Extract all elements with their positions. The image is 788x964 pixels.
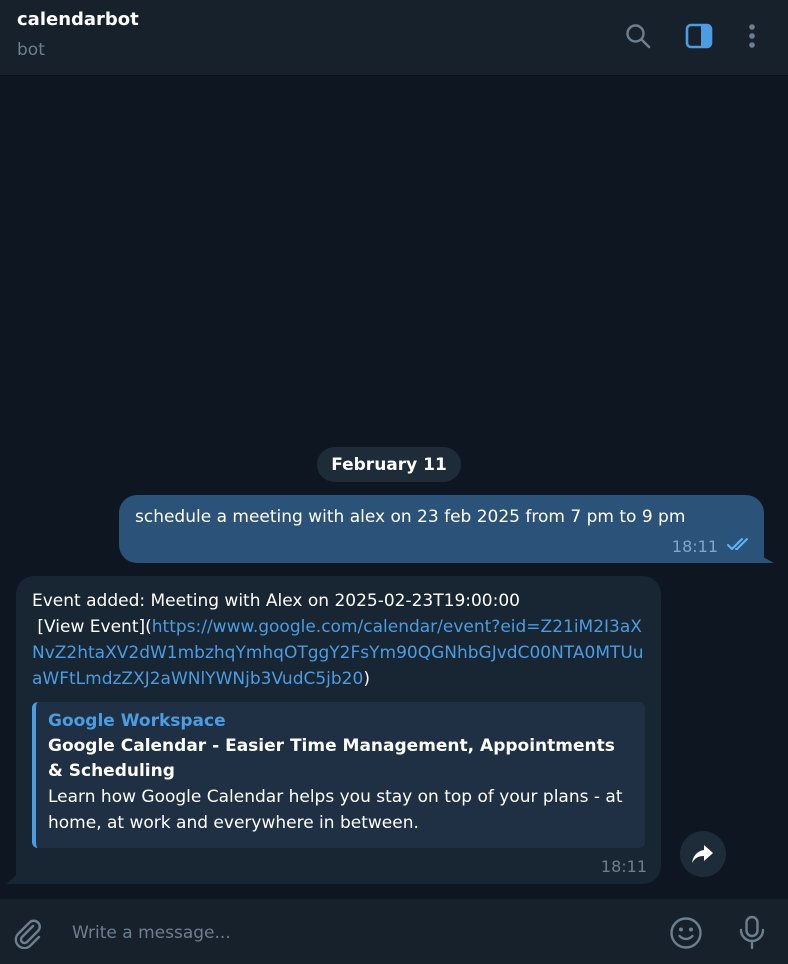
chat-title[interactable]: calendarbot [17, 9, 139, 30]
message-time: 18:11 [600, 857, 647, 876]
incoming-message-text: Event added: Meeting with Alex on 2025-0… [32, 588, 645, 692]
forward-arrow-icon [692, 845, 713, 863]
message-input[interactable] [70, 915, 634, 951]
outgoing-message[interactable]: schedule a meeting with alex on 23 feb 2… [119, 495, 764, 563]
emoji-icon[interactable] [667, 914, 705, 952]
view-event-prefix: [View Event]( [32, 617, 152, 637]
link-preview[interactable]: Google Workspace Google Calendar - Easie… [32, 702, 645, 848]
more-vertical-icon[interactable] [736, 20, 768, 52]
outgoing-message-text: schedule a meeting with alex on 23 feb 2… [135, 507, 686, 527]
double-check-read-icon [726, 536, 754, 556]
link-preview-title: Google Calendar - Easier Time Management… [48, 736, 615, 781]
event-added-line: Event added: Meeting with Alex on 2025-0… [32, 591, 520, 611]
link-preview-site: Google Workspace [48, 711, 226, 731]
sidebar-toggle-icon[interactable] [683, 20, 715, 52]
chat-header: calendarbot bot [0, 0, 788, 76]
message-time: 18:11 [671, 536, 718, 556]
chat-status: bot [17, 40, 45, 60]
microphone-icon[interactable] [734, 914, 770, 952]
view-event-suffix: ) [363, 669, 370, 689]
date-separator: February 11 [317, 447, 461, 482]
outgoing-message-meta: 18:11 [672, 536, 754, 556]
paperclip-icon[interactable] [10, 915, 46, 951]
forward-button[interactable] [680, 831, 726, 877]
incoming-message[interactable]: Event added: Meeting with Alex on 2025-0… [16, 576, 661, 884]
link-preview-description: Learn how Google Calendar helps you stay… [48, 787, 623, 833]
search-icon[interactable] [622, 20, 654, 52]
message-composer [0, 899, 788, 964]
